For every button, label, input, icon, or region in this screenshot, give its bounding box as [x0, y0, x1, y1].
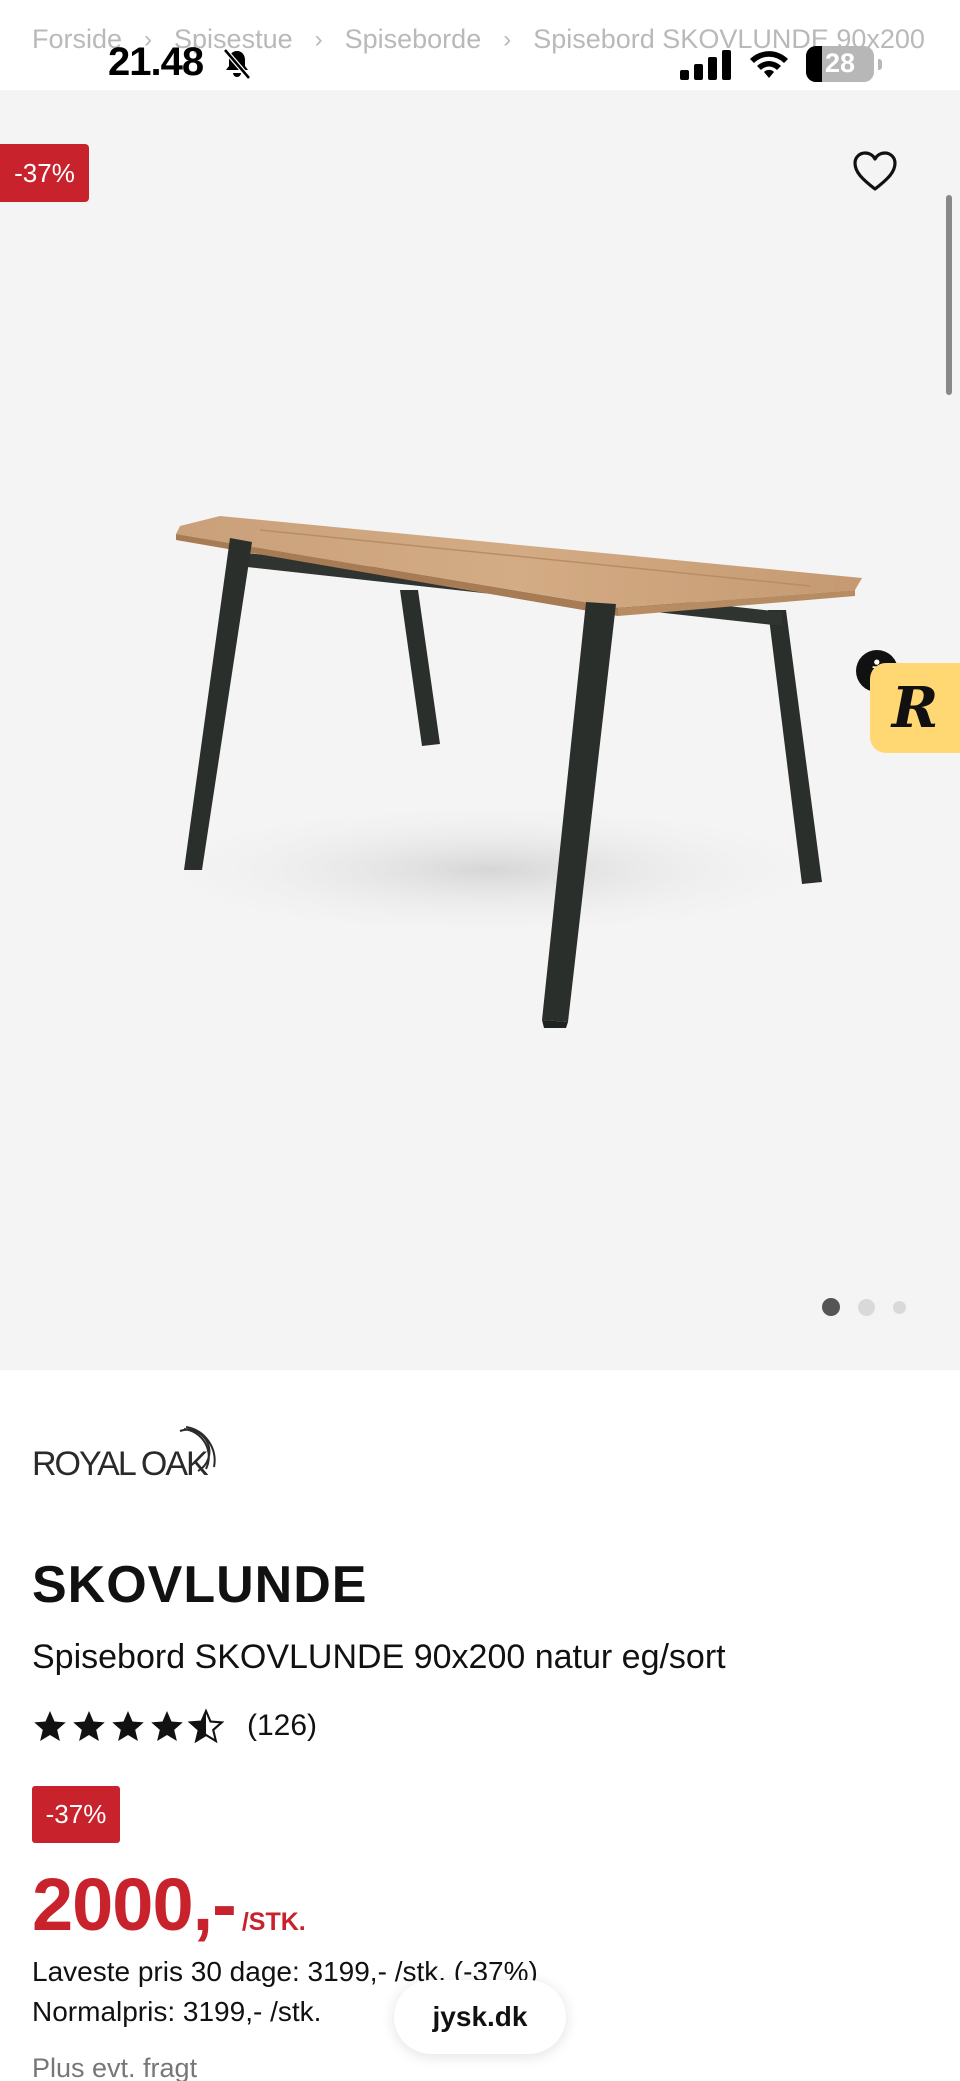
price-amount: 2000,- — [32, 1863, 237, 1946]
gallery-dot-2[interactable] — [858, 1298, 875, 1316]
star-filled-icon — [73, 1711, 105, 1741]
breadcrumb-item-spiseborde[interactable]: Spiseborde — [345, 24, 482, 55]
cellular-signal-icon — [680, 50, 731, 80]
chevron-right-icon: › — [503, 25, 512, 53]
top-bar: Forside › Spisestue › Spiseborde › Spise… — [0, 0, 960, 90]
product-image-gallery[interactable]: -37% i R — [0, 90, 960, 1370]
star-filled-icon — [112, 1711, 144, 1741]
battery-level: 28 — [824, 48, 856, 78]
star-filled-icon — [151, 1711, 183, 1741]
freight-note: Plus evt. fragt — [32, 2053, 198, 2081]
scrollbar[interactable] — [946, 195, 952, 395]
rating[interactable]: (126) — [32, 1708, 317, 1744]
heart-icon[interactable] — [852, 150, 898, 192]
discount-badge-gallery: -37% — [0, 144, 89, 202]
bell-slash-icon — [223, 48, 251, 80]
battery-icon: 28 — [806, 46, 882, 82]
discount-badge: -37% — [32, 1786, 120, 1843]
gallery-pagination — [822, 1298, 906, 1316]
r-widget-button[interactable]: R — [870, 663, 960, 753]
price-unit: /STK. — [241, 1908, 306, 1936]
brand-text: ROYAL OAK — [32, 1445, 209, 1483]
brand-logo: ROYAL OAK — [32, 1426, 216, 1483]
browser-url-pill[interactable]: jysk.dk — [394, 1980, 566, 2054]
chevron-right-icon: › — [314, 25, 323, 53]
gallery-dot-3[interactable] — [893, 1300, 906, 1314]
star-half-icon — [188, 1708, 224, 1744]
product-image-table — [130, 516, 862, 1028]
product-description: Spisebord SKOVLUNDE 90x200 natur eg/sort — [32, 1638, 726, 1676]
battery-nub — [878, 59, 882, 70]
rating-count[interactable]: (126) — [247, 1709, 317, 1743]
status-time: 21.48 — [108, 40, 204, 84]
star-filled-icon — [34, 1711, 66, 1741]
normal-price-info: Normalpris: 3199,- /stk. — [32, 1996, 322, 2027]
wifi-icon — [750, 51, 788, 78]
gallery-dot-1[interactable] — [822, 1298, 840, 1316]
price: 2000,- /STK. — [32, 1862, 306, 1947]
product-name: SKOVLUNDE — [32, 1556, 368, 1614]
